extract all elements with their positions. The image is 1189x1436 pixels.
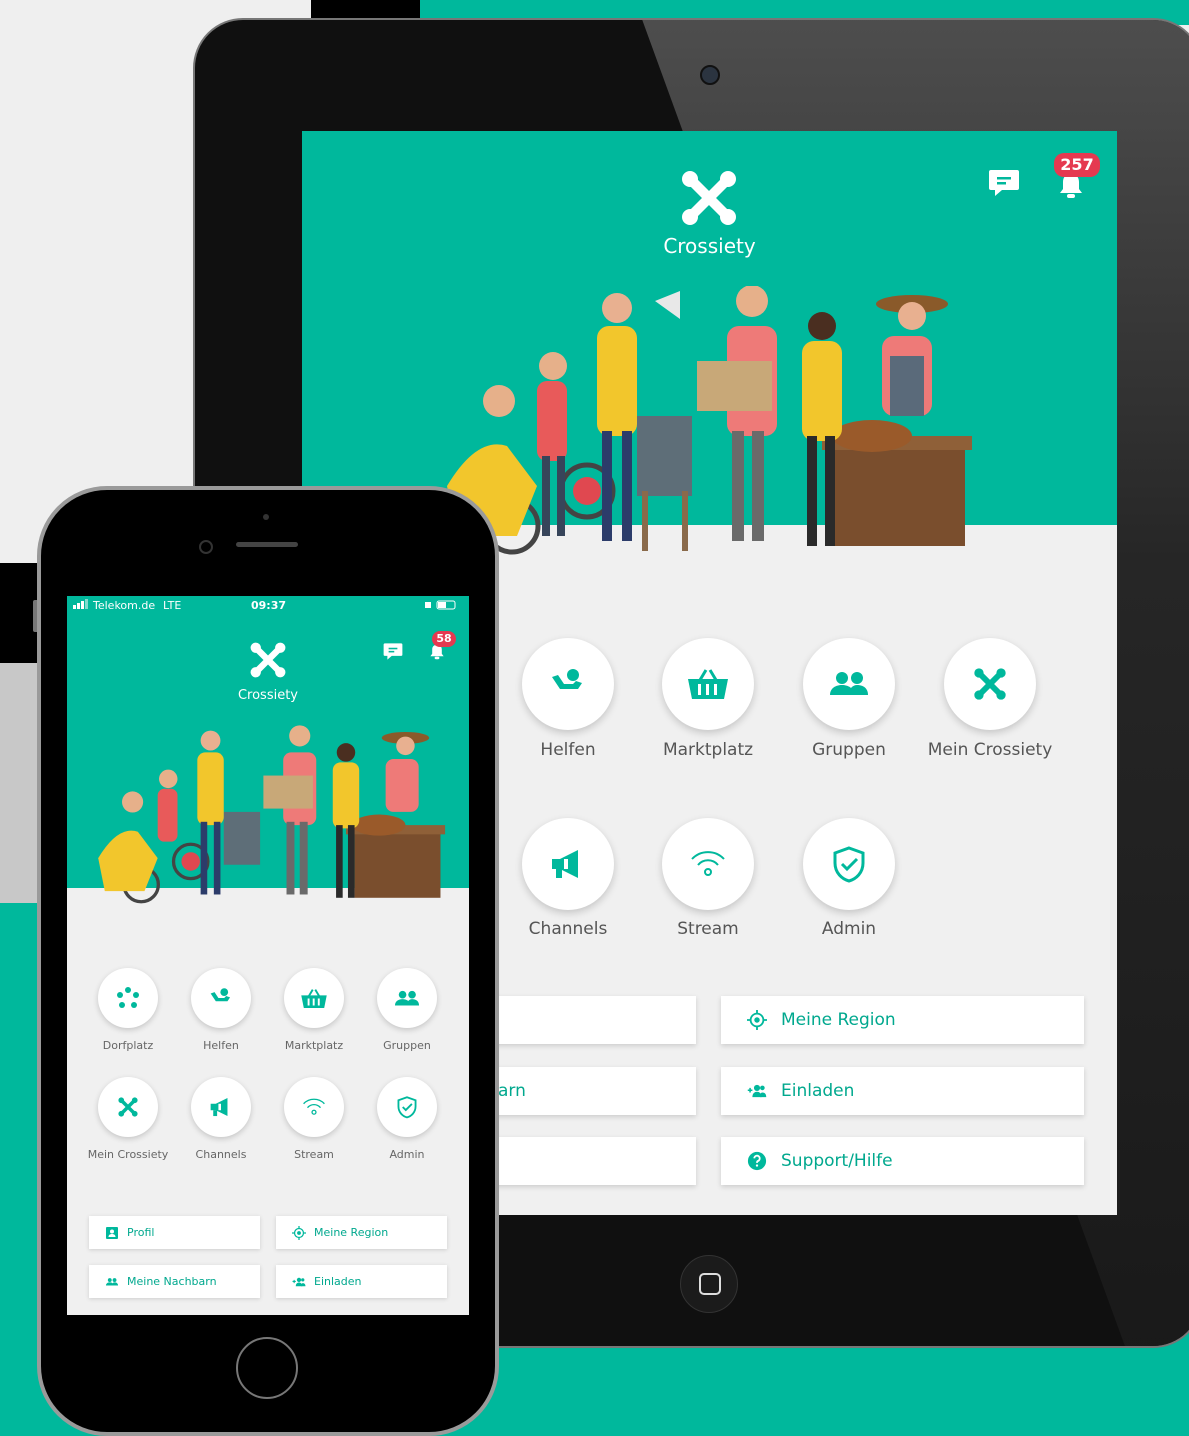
tile-label: Mein Crossiety — [87, 1148, 169, 1161]
button-label: arn — [498, 1081, 526, 1101]
button-label: Einladen — [314, 1275, 362, 1288]
megaphone-icon — [210, 1097, 228, 1117]
tile-channels[interactable] — [191, 1077, 251, 1137]
tile-mein-crossiety[interactable] — [98, 1077, 158, 1137]
tile-label: Helfen — [540, 740, 596, 760]
profil-button[interactable]: Profil — [89, 1216, 260, 1249]
crossiety-logo-icon — [974, 668, 1006, 700]
phone-home-button[interactable] — [236, 1337, 298, 1399]
button-label: Meine Region — [314, 1226, 389, 1239]
tile-admin[interactable] — [377, 1077, 437, 1137]
basket-icon — [688, 669, 728, 699]
tile-label: Marktplatz — [284, 1039, 344, 1052]
button-label: Meine Region — [781, 1010, 896, 1030]
village-square-icon — [117, 987, 139, 1008]
tile-marktplatz[interactable] — [284, 968, 344, 1028]
phone-speaker — [236, 542, 298, 547]
profile-card-icon — [106, 1226, 118, 1239]
tile-gruppen[interactable] — [377, 968, 437, 1028]
phone-sensor — [263, 514, 269, 520]
button-label: Einladen — [781, 1081, 855, 1101]
signal-icon — [73, 599, 89, 612]
chat-icon[interactable] — [988, 168, 1020, 202]
location-target-icon — [747, 1010, 767, 1030]
tile-label: Admin — [389, 1148, 425, 1161]
bell-icon[interactable] — [1056, 173, 1086, 203]
button-label: Meine Nachbarn — [127, 1275, 217, 1288]
tile-label: Marktplatz — [662, 740, 754, 760]
meine-nachbarn-button[interactable]: Meine Nachbarn — [89, 1265, 260, 1298]
tile-admin[interactable] — [803, 818, 895, 910]
tile-gruppen[interactable] — [803, 638, 895, 730]
help-circle-icon — [747, 1151, 767, 1171]
neighbors-icon — [105, 1277, 119, 1285]
community-illustration — [98, 725, 446, 904]
einladen-button[interactable]: Einladen — [276, 1265, 447, 1298]
menu-button-partial[interactable]: arn — [482, 1067, 696, 1115]
tile-label: Gruppen — [812, 740, 886, 760]
app-title: Crossiety — [663, 234, 756, 258]
community-illustration — [447, 286, 972, 555]
tile-label: Gruppen — [383, 1039, 431, 1052]
tile-label: Admin — [821, 919, 877, 939]
tile-label: Stream — [294, 1148, 334, 1161]
bell-icon[interactable] — [428, 644, 446, 664]
background-black-tab — [311, 0, 420, 18]
tile-label: Channels — [195, 1148, 247, 1161]
chat-icon[interactable] — [383, 642, 403, 665]
carrier: Telekom.de — [93, 599, 156, 612]
einladen-button[interactable]: Einladen — [721, 1067, 1084, 1115]
tablet-home-button-icon — [699, 1273, 721, 1295]
basket-icon — [301, 988, 327, 1008]
network: LTE — [163, 599, 182, 612]
add-user-icon — [747, 1084, 767, 1098]
crossiety-logo-icon[interactable] — [248, 640, 288, 680]
shield-check-icon — [833, 846, 865, 883]
menu-button-partial[interactable] — [482, 996, 696, 1044]
location-target-icon — [292, 1225, 306, 1240]
group-icon — [394, 990, 420, 1005]
phone-screen: Telekom.de LTE 09:37 Crossiety 58 Dorfpl… — [67, 596, 469, 1315]
status-bar: Telekom.de LTE 09:37 — [67, 596, 469, 616]
wifi-stream-icon — [303, 1098, 325, 1115]
tile-dorfplatz[interactable] — [98, 968, 158, 1028]
tile-stream[interactable] — [662, 818, 754, 910]
tile-label: Stream — [677, 919, 739, 939]
megaphone-icon — [552, 850, 578, 878]
notification-badge: 257 — [1054, 153, 1100, 177]
meine-region-button[interactable]: Meine Region — [276, 1216, 447, 1249]
phone-camera — [199, 540, 213, 554]
button-label: Support/Hilfe — [781, 1151, 893, 1171]
support-hilfe-button[interactable]: Support/Hilfe — [721, 1137, 1084, 1185]
shield-check-icon — [397, 1096, 417, 1119]
add-user-icon — [292, 1277, 306, 1286]
group-icon — [830, 672, 868, 695]
tile-stream[interactable] — [284, 1077, 344, 1137]
tile-marktplatz[interactable] — [662, 638, 754, 730]
tablet-camera — [700, 65, 720, 85]
tile-label: Dorfplatz — [102, 1039, 154, 1052]
clock: 09:37 — [251, 599, 287, 612]
tile-label: Mein Crossiety — [927, 740, 1053, 760]
tile-label: Helfen — [203, 1039, 239, 1052]
app-title: Crossiety — [237, 688, 299, 703]
tile-mein-crossiety[interactable] — [944, 638, 1036, 730]
notification-badge: 58 — [432, 631, 456, 647]
wifi-stream-icon — [691, 851, 725, 876]
tile-helfen[interactable] — [522, 638, 614, 730]
tile-helfen[interactable] — [191, 968, 251, 1028]
tile-channels[interactable] — [522, 818, 614, 910]
menu-button-partial[interactable] — [482, 1137, 696, 1185]
meine-region-button[interactable]: Meine Region — [721, 996, 1084, 1044]
helping-hand-icon — [210, 988, 231, 1002]
button-label: Profil — [127, 1226, 155, 1239]
tile-label: Channels — [528, 919, 608, 939]
helping-hand-icon — [552, 669, 582, 689]
crossiety-logo-icon[interactable] — [678, 167, 740, 229]
battery-icon — [425, 600, 459, 613]
crossiety-logo-icon — [118, 1097, 138, 1117]
